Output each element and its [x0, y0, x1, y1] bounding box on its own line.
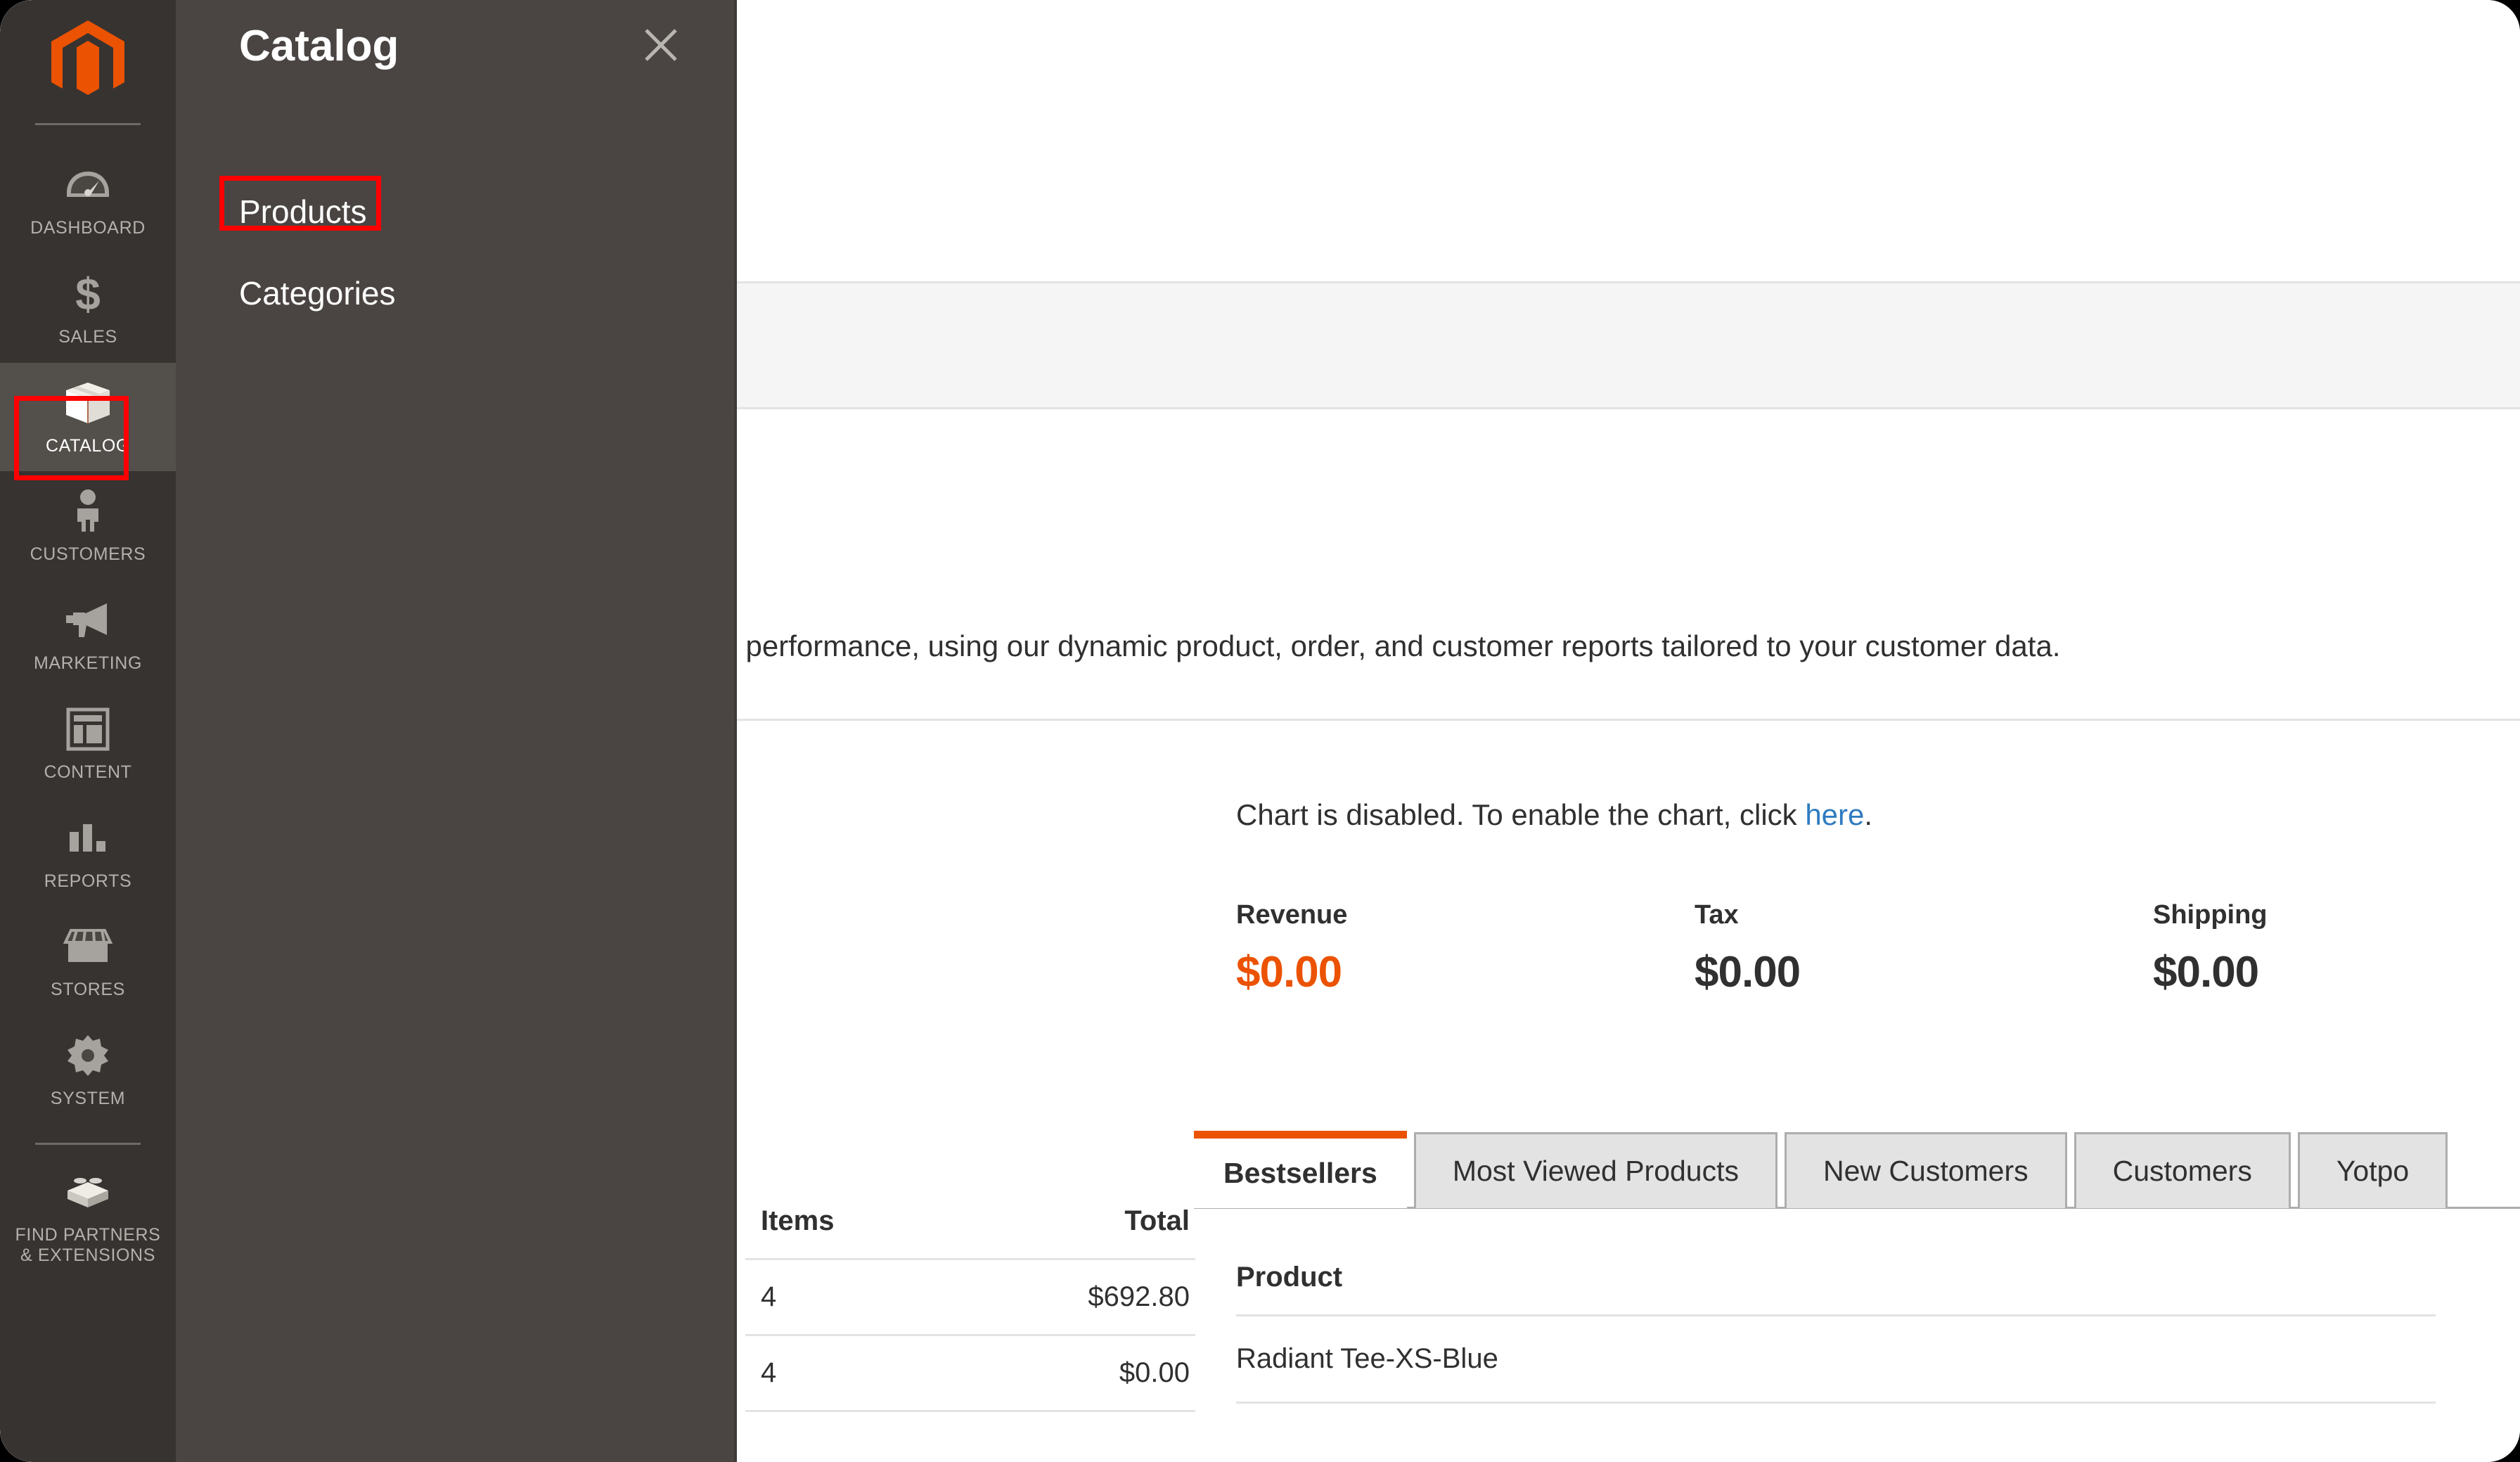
chart-disabled-text: Chart is disabled. To enable the chart, … [1236, 798, 1806, 831]
sidebar-item-sales[interactable]: $ SALES [0, 254, 176, 363]
metric-shipping-value: $0.00 [2153, 948, 2259, 996]
storefront-icon [4, 922, 172, 971]
layout-page-icon [4, 705, 172, 754]
bar-chart-icon [4, 814, 172, 863]
sidebar-item-label: STORES [51, 980, 125, 1000]
orders-cell-total: $0.00 [1119, 1357, 1190, 1388]
dashboard-tabs: Bestsellers Most Viewed Products New Cus… [1194, 1131, 2448, 1208]
metric-shipping-label: Shipping [2153, 900, 2268, 930]
gear-icon [4, 1031, 172, 1080]
orders-cell-total: $692.80 [1088, 1281, 1190, 1312]
enable-chart-link[interactable]: here [1805, 798, 1864, 831]
table-row: 4 $0.00 [745, 1336, 1195, 1412]
sidebar-item-label: CONTENT [44, 762, 132, 782]
metric-tax-value: $0.00 [1695, 948, 1801, 996]
sidebar-item-label-line1: FIND PARTNERS [15, 1224, 161, 1245]
primary-sidebar: DASHBOARD $ SALES CATALOG CUSTOMERS MARK… [0, 0, 176, 1462]
sidebar-item-label: DASHBOARD [30, 218, 146, 238]
dollar-sign-icon: $ [4, 269, 172, 319]
magento-logo[interactable] [0, 0, 176, 123]
tab-bestsellers[interactable]: Bestsellers [1194, 1131, 1407, 1208]
metric-tax-label: Tax [1695, 900, 1739, 930]
catalog-panel-menu: Products Categories [176, 176, 737, 329]
sidebar-item-label: CUSTOMERS [30, 544, 146, 565]
metric-shipping: Shipping $0.00 [2153, 900, 2520, 997]
sidebar-logo-divider [35, 123, 141, 125]
table-row: 4 $692.80 [745, 1260, 1195, 1336]
person-icon [4, 487, 172, 536]
orders-cell-items: 4 [761, 1281, 777, 1312]
sidebar-item-stores[interactable]: STORES [0, 906, 176, 1015]
bestsellers-table: Product Radiant Tee-XS-Blue [1236, 1245, 2436, 1404]
orders-column-total: Total [1124, 1205, 1190, 1236]
sidebar-item-customers[interactable]: CUSTOMERS [0, 471, 176, 580]
sidebar-item-label: REPORTS [44, 871, 132, 891]
svg-text:$: $ [75, 271, 101, 317]
metric-revenue: Revenue $0.00 [1236, 900, 1695, 997]
sidebar-item-reports[interactable]: REPORTS [0, 798, 176, 907]
catalog-menu-item-categories[interactable]: Categories [176, 257, 737, 329]
close-panel-button[interactable] [634, 18, 688, 72]
magento-logo-icon [51, 20, 124, 95]
bestsellers-column-product: Product [1236, 1245, 2436, 1316]
tab-most-viewed-products[interactable]: Most Viewed Products [1413, 1132, 1778, 1208]
sidebar-item-label: MARKETING [33, 653, 143, 673]
sidebar-item-label: CATALOG [46, 435, 130, 456]
metrics-row: Revenue $0.00 Tax $0.00 Shipping $0.00 [1236, 900, 2520, 997]
sidebar-item-catalog[interactable]: CATALOG [0, 362, 176, 472]
catalog-panel-title: Catalog [239, 22, 399, 70]
tab-yotpo[interactable]: Yotpo [2297, 1132, 2448, 1208]
close-x-icon [645, 29, 677, 61]
metric-tax: Tax $0.00 [1695, 900, 2153, 997]
sidebar-item-marketing[interactable]: MARKETING [0, 580, 176, 689]
sidebar-item-label: SYSTEM [50, 1089, 126, 1108]
extension-brick-icon [4, 1167, 172, 1217]
sidebar-item-label: SALES [58, 326, 117, 347]
orders-table-header: Items Total [745, 1195, 1195, 1260]
catalog-menu-item-products[interactable]: Products [176, 176, 737, 248]
metric-revenue-value: $0.00 [1236, 948, 1342, 996]
tab-customers[interactable]: Customers [2074, 1132, 2291, 1208]
dashboard-gauge-icon [4, 160, 172, 210]
sidebar-item-dashboard[interactable]: DASHBOARD [0, 145, 176, 254]
sidebar-item-find-partners-extensions[interactable]: FIND PARTNERS & EXTENSIONS [0, 1152, 176, 1281]
catalog-flyout-panel: Catalog Products Categories [176, 0, 737, 1462]
panel-right-edge [734, 0, 737, 1462]
metric-revenue-label: Revenue [1236, 900, 1348, 930]
chart-notice-period: . [1864, 798, 1873, 831]
sidebar-item-content[interactable]: CONTENT [0, 689, 176, 798]
sidebar-item-system[interactable]: SYSTEM [0, 1015, 176, 1124]
tab-new-customers[interactable]: New Customers [1785, 1132, 2067, 1208]
table-row: Radiant Tee-XS-Blue [1236, 1316, 2436, 1404]
orders-column-items: Items [761, 1205, 835, 1236]
sidebar-footer-divider [35, 1142, 141, 1145]
box-package-icon [4, 378, 172, 428]
megaphone-icon [4, 596, 172, 645]
chart-disabled-notice: Chart is disabled. To enable the chart, … [1236, 798, 1872, 832]
orders-cell-items: 4 [761, 1357, 777, 1388]
screenshot-viewport: d of your business' performance, using o… [0, 0, 2520, 1462]
sidebar-item-label-line2: & EXTENSIONS [20, 1245, 155, 1265]
orders-table: Items Total 4 $692.80 4 $0.00 [745, 1195, 1195, 1412]
